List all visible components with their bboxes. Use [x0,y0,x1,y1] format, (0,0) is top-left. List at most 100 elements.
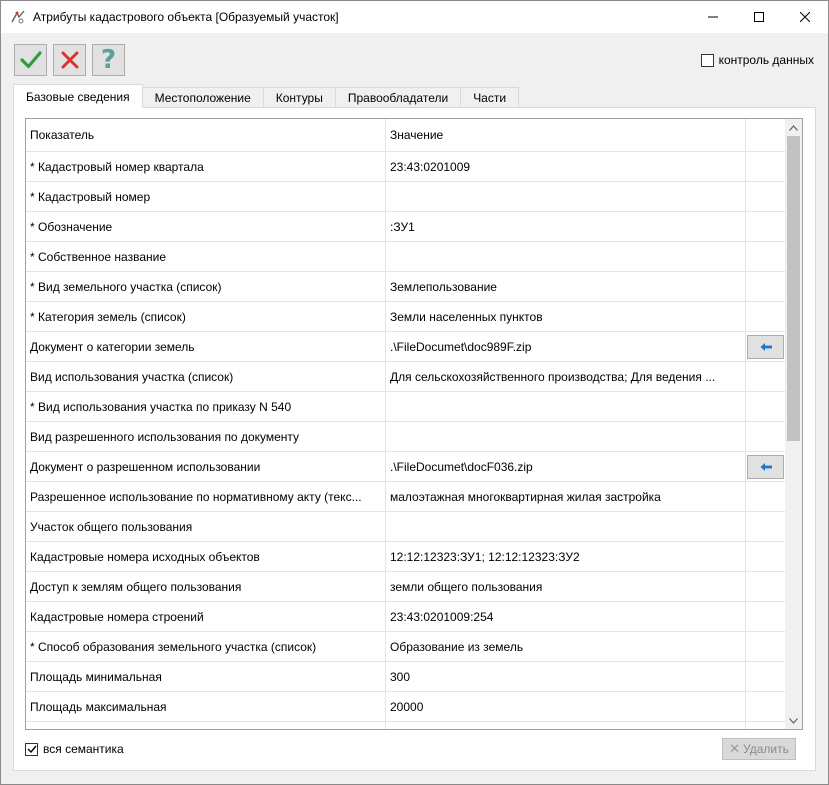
table-row[interactable]: Вид использования участка (список) Для се… [26,362,785,392]
row-indicator-cell[interactable]: * Собственное название [26,242,386,271]
delete-label: Удалить [743,742,789,756]
row-indicator-cell[interactable] [26,722,386,729]
cancel-button[interactable] [53,44,86,76]
row-value-cell[interactable] [386,242,746,271]
row-indicator-cell[interactable]: * Категория земель (список) [26,302,386,331]
table-row[interactable]: Документ о категории земель .\FileDocumet… [26,332,785,362]
table-row[interactable]: Документ о разрешенном использовании .\Fi… [26,452,785,482]
table-row[interactable] [26,722,785,729]
title-bar: Атрибуты кадастрового объекта [Образуемы… [1,1,828,33]
tab-location[interactable]: Местоположение [141,87,264,108]
window-title: Атрибуты кадастрового объекта [Образуемы… [33,10,339,24]
checkbox-unchecked-icon[interactable] [700,53,714,67]
checkbox-checked-icon[interactable] [25,742,38,756]
vertical-scrollbar[interactable] [785,119,802,729]
table-row[interactable]: Разрешенное использование по нормативном… [26,482,785,512]
row-value-cell[interactable]: .\FileDocumet\doc989F.zip [386,332,746,361]
row-value-cell[interactable]: 23:43:0201009:254 [386,602,746,631]
row-indicator-cell[interactable]: * Способ образования земельного участка … [26,632,386,661]
row-value-cell[interactable]: Земли населенных пунктов [386,302,746,331]
row-indicator-cell[interactable]: Документ о разрешенном использовании [26,452,386,481]
select-file-button[interactable] [747,334,784,359]
row-value-cell[interactable]: 20000 [386,692,746,721]
row-indicator-cell[interactable]: * Обозначение [26,212,386,241]
row-value-cell[interactable]: Землепользование [386,272,746,301]
delete-button[interactable]: ✕ Удалить [722,738,796,760]
row-value-cell[interactable]: Образование из земель [386,632,746,661]
column-header-value[interactable]: Значение [386,119,746,151]
close-button[interactable] [782,1,828,33]
column-header-indicator[interactable]: Показатель [26,119,386,151]
table-row[interactable]: * Вид земельного участка (список) Землепо… [26,272,785,302]
table-row[interactable]: * Собственное название [26,242,785,272]
row-action-cell [746,602,785,631]
row-indicator-cell[interactable]: * Кадастровый номер квартала [26,152,386,181]
table-row[interactable]: * Кадастровый номер [26,182,785,212]
row-value-cell[interactable]: .\FileDocumet\docF036.zip [386,452,746,481]
help-icon: ? [100,45,117,75]
table-row[interactable]: * Способ образования земельного участка … [26,632,785,662]
row-indicator-cell[interactable]: Доступ к землям общего пользования [26,572,386,601]
ok-button[interactable] [14,44,47,76]
row-indicator-cell[interactable]: Документ о категории земель [26,332,386,361]
data-control-checkbox[interactable]: контроль данных [700,53,814,67]
table-row[interactable]: * Обозначение:ЗУ1 [26,212,785,242]
tab-parts[interactable]: Части [460,87,520,108]
table-row[interactable]: Вид разрешенного использования по докуме… [26,422,785,452]
row-value-cell[interactable]: малоэтажная многоквартирная жилая застро… [386,482,746,511]
grid-rows: Показатель Значение * Кадастровый номер … [26,119,785,729]
help-button[interactable]: ? [92,44,125,76]
app-icon [10,9,26,25]
minimize-button[interactable] [690,1,736,33]
row-indicator-cell[interactable]: * Вид использования участка по приказу N… [26,392,386,421]
row-value-cell[interactable]: :ЗУ1 [386,212,746,241]
row-value-cell[interactable]: Для сельскохозяйственного производства; … [386,362,746,391]
maximize-button[interactable] [736,1,782,33]
row-value-cell[interactable] [386,182,746,211]
table-row[interactable]: Кадастровые номера исходных объектов 12:1… [26,542,785,572]
tab-contours[interactable]: Контуры [262,87,336,108]
delete-x-icon: ✕ [729,741,741,756]
row-indicator-cell[interactable]: * Вид земельного участка (список) [26,272,386,301]
table-row[interactable]: Кадастровые номера строений 23:43:0201009… [26,602,785,632]
table-row[interactable]: * Вид использования участка по приказу N… [26,392,785,422]
all-semantics-checkbox[interactable]: вся семантика [25,742,124,756]
row-action-cell [746,482,785,511]
column-header-action [746,119,785,151]
tab-right-holders[interactable]: Правообладатели [334,87,462,108]
row-action-cell [746,302,785,331]
table-row[interactable]: * Кадастровый номер квартала 23:43:020100… [26,152,785,182]
row-value-cell[interactable] [386,722,746,729]
scroll-up-arrow[interactable] [785,119,802,136]
row-action-cell [746,692,785,721]
cross-icon [61,51,78,69]
row-indicator-cell[interactable]: Кадастровые номера исходных объектов [26,542,386,571]
row-indicator-cell[interactable]: Площадь максимальная [26,692,386,721]
table-row[interactable]: Площадь максимальная 20000 [26,692,785,722]
tab-bar: Базовые сведения Местоположение Контуры … [13,84,520,108]
row-indicator-cell[interactable]: Разрешенное использование по нормативном… [26,482,386,511]
table-row[interactable]: Доступ к землям общего пользования земли … [26,572,785,602]
row-indicator-cell[interactable]: Площадь минимальная [26,662,386,691]
row-value-cell[interactable] [386,392,746,421]
select-file-button[interactable] [747,454,784,479]
row-value-cell[interactable]: 12:12:12323:ЗУ1; 12:12:12323:ЗУ2 [386,542,746,571]
table-row[interactable]: * Категория земель (список) Земли населен… [26,302,785,332]
row-value-cell[interactable]: 23:43:0201009 [386,152,746,181]
row-action-cell [746,362,785,391]
row-indicator-cell[interactable]: Участок общего пользования [26,512,386,541]
maximize-icon [754,12,764,22]
tab-basic-info[interactable]: Базовые сведения [13,84,143,108]
table-row[interactable]: Площадь минимальная 300 [26,662,785,692]
row-value-cell[interactable] [386,512,746,541]
row-value-cell[interactable] [386,422,746,451]
table-row[interactable]: Участок общего пользования [26,512,785,542]
scroll-thumb[interactable] [787,136,800,441]
row-value-cell[interactable]: 300 [386,662,746,691]
row-indicator-cell[interactable]: Кадастровые номера строений [26,602,386,631]
row-indicator-cell[interactable]: Вид использования участка (список) [26,362,386,391]
scroll-down-arrow[interactable] [785,712,802,729]
row-value-cell[interactable]: земли общего пользования [386,572,746,601]
row-indicator-cell[interactable]: * Кадастровый номер [26,182,386,211]
row-indicator-cell[interactable]: Вид разрешенного использования по докуме… [26,422,386,451]
